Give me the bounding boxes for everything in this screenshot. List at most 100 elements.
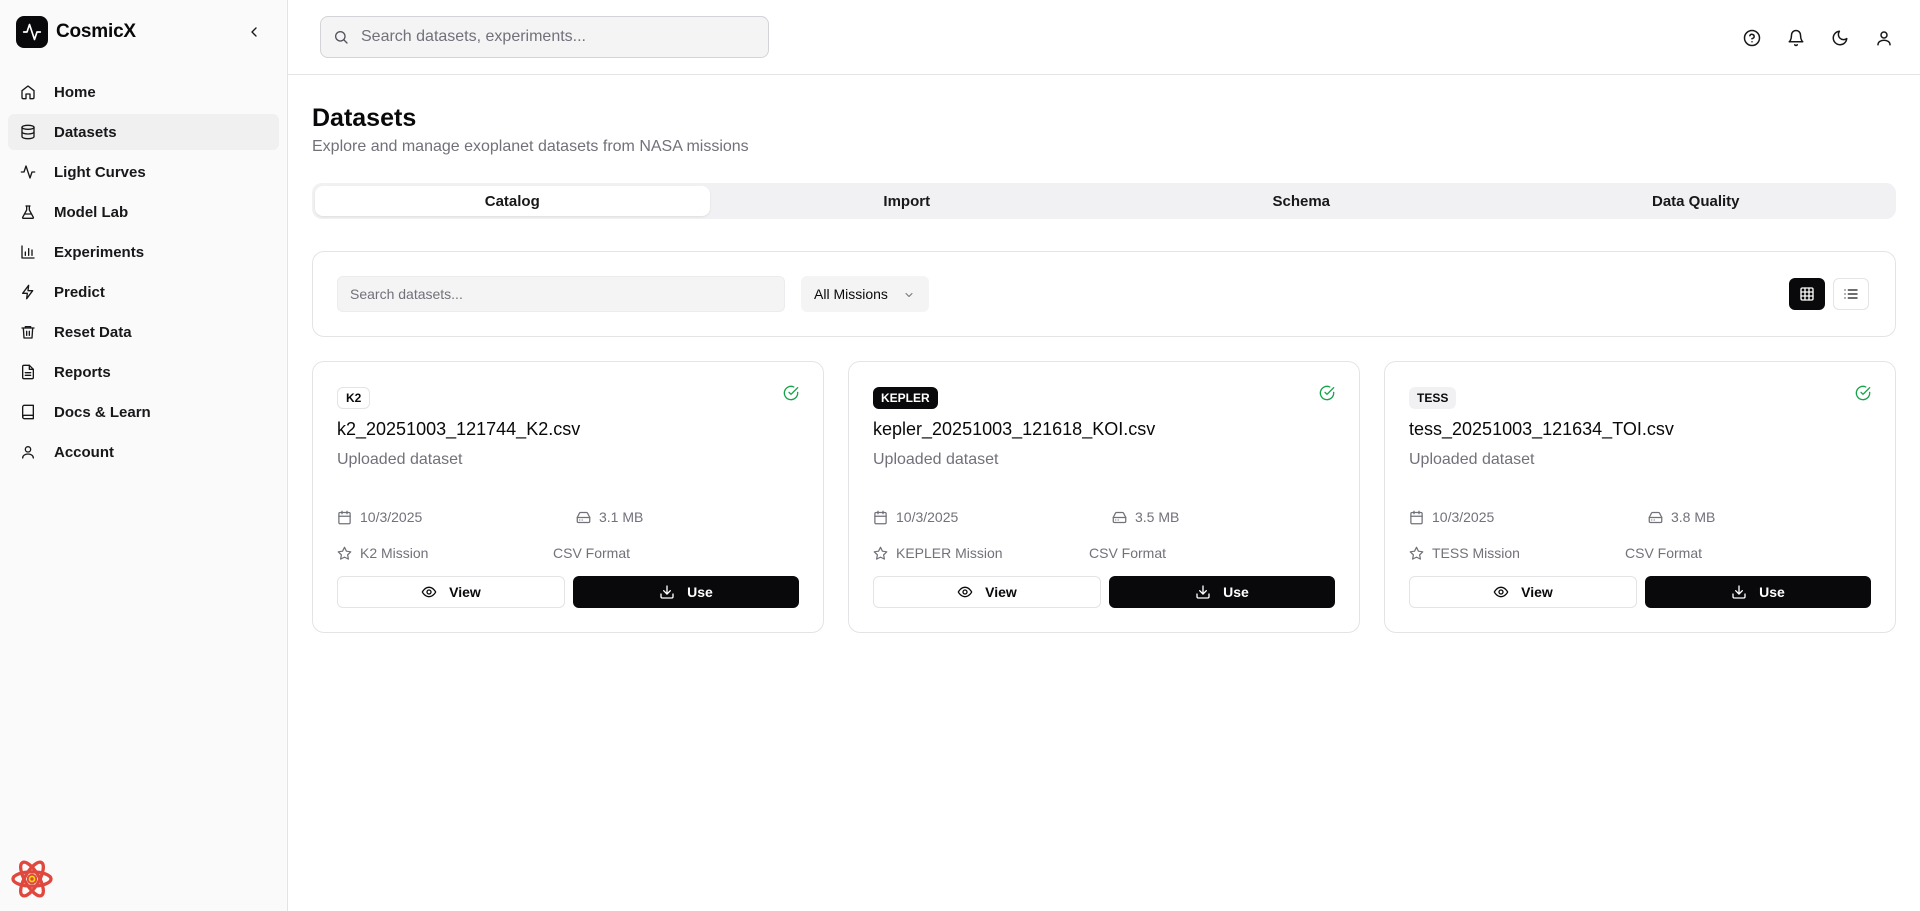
sidebar-item-reports[interactable]: Reports: [8, 354, 279, 390]
dataset-format-value: CSV Format: [1625, 545, 1703, 561]
sidebar-item-docs-learn[interactable]: Docs & Learn: [8, 394, 279, 430]
sidebar-item-account[interactable]: Account: [8, 434, 279, 470]
sidebar-item-label: Docs & Learn: [54, 403, 151, 421]
dataset-card: TESS tess_20251003_121634_TOI.csv Upload…: [1384, 361, 1896, 633]
dataset-description: Uploaded dataset: [337, 451, 463, 468]
sidebar-item-label: Experiments: [54, 243, 145, 261]
use-button[interactable]: Use: [573, 576, 799, 608]
page-title: Datasets: [312, 104, 417, 132]
dataset-size-value: 3.1 MB: [599, 509, 644, 525]
grid-icon: [1800, 287, 1814, 301]
filter-panel: All Missions: [312, 251, 1896, 337]
download-icon: [1196, 585, 1210, 599]
sidebar-item-experiments[interactable]: Experiments: [8, 234, 279, 270]
mission-select[interactable]: All Missions: [801, 276, 929, 312]
react-logo-icon[interactable]: [11, 860, 53, 898]
mission-badge: KEPLER: [873, 387, 938, 409]
dataset-format: CSV Format: [553, 545, 630, 561]
sidebar-item-label: Reports: [54, 363, 111, 381]
tab-import[interactable]: Import: [710, 186, 1105, 216]
sidebar-item-label: Datasets: [54, 123, 117, 141]
dataset-format-value: CSV Format: [1089, 545, 1167, 561]
sidebar-item-label: Account: [54, 443, 114, 461]
database-icon: [21, 124, 35, 140]
check-circle-icon: [1855, 385, 1871, 401]
dataset-description: Uploaded dataset: [1409, 451, 1535, 468]
dataset-mission: K2 Mission: [337, 545, 428, 561]
hard-drive-icon: [1112, 511, 1127, 523]
dataset-date-value: 10/3/2025: [360, 509, 423, 525]
view-button[interactable]: View: [337, 576, 565, 608]
view-button-label: View: [449, 584, 481, 600]
sidebar-item-label: Light Curves: [54, 163, 146, 181]
dataset-search-input[interactable]: [337, 276, 785, 312]
eye-icon: [421, 586, 437, 598]
eye-icon: [1493, 586, 1509, 598]
calendar-icon: [1410, 510, 1423, 524]
star-icon: [873, 546, 888, 560]
sidebar-item-model-lab[interactable]: Model Lab: [8, 194, 279, 230]
collapse-sidebar-button[interactable]: [242, 20, 266, 44]
chevron-down-icon: [905, 293, 913, 297]
use-button-label: Use: [1759, 584, 1785, 600]
brand[interactable]: CosmicX: [16, 16, 136, 48]
dataset-size: 3.1 MB: [576, 509, 643, 525]
sidebar-item-reset-data[interactable]: Reset Data: [8, 314, 279, 350]
dataset-description: Uploaded dataset: [873, 451, 999, 468]
dataset-size: 3.8 MB: [1648, 509, 1715, 525]
check-circle-icon: [783, 385, 799, 401]
view-button[interactable]: View: [1409, 576, 1637, 608]
profile-button[interactable]: [1872, 26, 1896, 50]
dataset-date: 10/3/2025: [337, 509, 422, 525]
use-button-label: Use: [1223, 584, 1249, 600]
tab-catalog[interactable]: Catalog: [315, 186, 710, 216]
global-search[interactable]: [320, 16, 769, 58]
dataset-mission: KEPLER Mission: [873, 545, 1003, 561]
mission-badge: K2: [337, 387, 371, 409]
dataset-filename: tess_20251003_121634_TOI.csv: [1409, 419, 1674, 439]
eye-icon: [957, 586, 973, 598]
help-button[interactable]: [1740, 26, 1764, 50]
sidebar-item-home[interactable]: Home: [8, 74, 279, 110]
hard-drive-icon: [1648, 511, 1663, 523]
use-button[interactable]: Use: [1109, 576, 1335, 608]
sidebar: CosmicX Home Datasets Light Curves Model…: [0, 0, 288, 911]
sidebar-item-label: Home: [54, 83, 96, 101]
dataset-date: 10/3/2025: [1409, 509, 1494, 525]
moon-icon: [1832, 30, 1848, 46]
trash-icon: [21, 326, 35, 339]
use-button[interactable]: Use: [1645, 576, 1871, 608]
page-subtitle: Explore and manage exoplanet datasets fr…: [312, 138, 749, 155]
view-button[interactable]: View: [873, 576, 1101, 608]
tab-data-quality[interactable]: Data Quality: [1499, 186, 1894, 216]
global-search-input[interactable]: [361, 28, 741, 46]
user-icon: [1877, 31, 1891, 46]
dataset-filename: k2_20251003_121744_K2.csv: [337, 419, 581, 439]
sidebar-item-predict[interactable]: Predict: [8, 274, 279, 310]
topbar: [288, 0, 1920, 75]
chevron-left-icon: [251, 27, 257, 37]
check-circle-icon: [1319, 385, 1335, 401]
tab-schema[interactable]: Schema: [1104, 186, 1499, 216]
dataset-format-value: CSV Format: [553, 545, 631, 561]
list-icon: [1844, 289, 1858, 299]
sidebar-item-label: Model Lab: [54, 203, 129, 221]
dataset-size-value: 3.5 MB: [1135, 509, 1180, 525]
dataset-mission-value: K2 Mission: [360, 545, 429, 561]
topbar-actions: [1720, 26, 1896, 50]
download-icon: [660, 585, 674, 599]
flask-icon: [21, 205, 35, 219]
bar-chart-icon: [21, 245, 35, 259]
hard-drive-icon: [576, 511, 591, 523]
use-button-label: Use: [687, 584, 713, 600]
sidebar-item-datasets[interactable]: Datasets: [8, 114, 279, 150]
star-icon: [1409, 546, 1424, 560]
list-view-button[interactable]: [1833, 278, 1869, 310]
grid-view-button[interactable]: [1789, 278, 1825, 310]
sidebar-item-light-curves[interactable]: Light Curves: [8, 154, 279, 190]
notifications-button[interactable]: [1784, 26, 1808, 50]
sidebar-item-label: Reset Data: [54, 323, 132, 341]
dataset-date-value: 10/3/2025: [1432, 509, 1495, 525]
theme-toggle-button[interactable]: [1828, 26, 1852, 50]
view-button-label: View: [985, 584, 1017, 600]
